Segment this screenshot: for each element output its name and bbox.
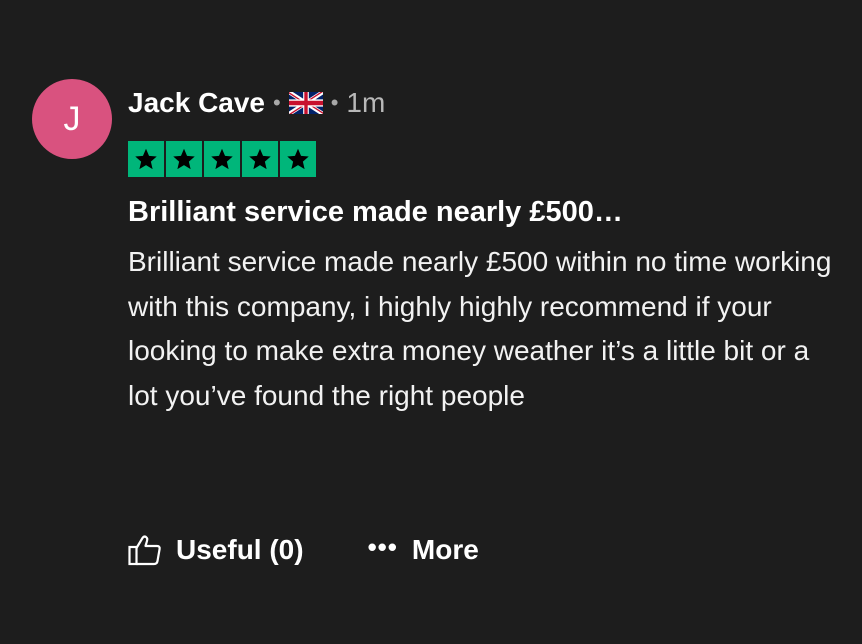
review-header: Jack Cave • • 1m	[128, 84, 385, 122]
star-icon	[204, 141, 240, 177]
useful-label: Useful (0)	[176, 534, 304, 565]
review-title: Brilliant service made nearly £500…	[128, 196, 623, 228]
star-rating	[128, 141, 316, 177]
thumbs-up-icon	[128, 535, 161, 566]
star-icon	[280, 141, 316, 177]
review-card: J Jack Cave • • 1m Brilliant service mad…	[0, 0, 862, 644]
useful-button[interactable]: Useful (0)	[128, 534, 304, 566]
star-icon	[166, 141, 202, 177]
separator-dot: •	[330, 90, 339, 115]
star-icon	[128, 141, 164, 177]
more-label: More	[411, 534, 479, 565]
more-button[interactable]: ••• More	[367, 531, 479, 566]
time-ago: 1m	[346, 87, 386, 118]
author-name[interactable]: Jack Cave	[128, 87, 265, 119]
review-body: Brilliant service made nearly £500 withi…	[128, 246, 832, 411]
avatar[interactable]: J	[32, 79, 112, 159]
uk-flag-icon	[288, 92, 323, 114]
star-icon	[242, 141, 278, 177]
review-actions: Useful (0) ••• More	[128, 528, 479, 572]
separator-dot: •	[273, 90, 281, 115]
ellipsis-icon: •••	[367, 531, 398, 562]
avatar-initial: J	[63, 99, 81, 138]
